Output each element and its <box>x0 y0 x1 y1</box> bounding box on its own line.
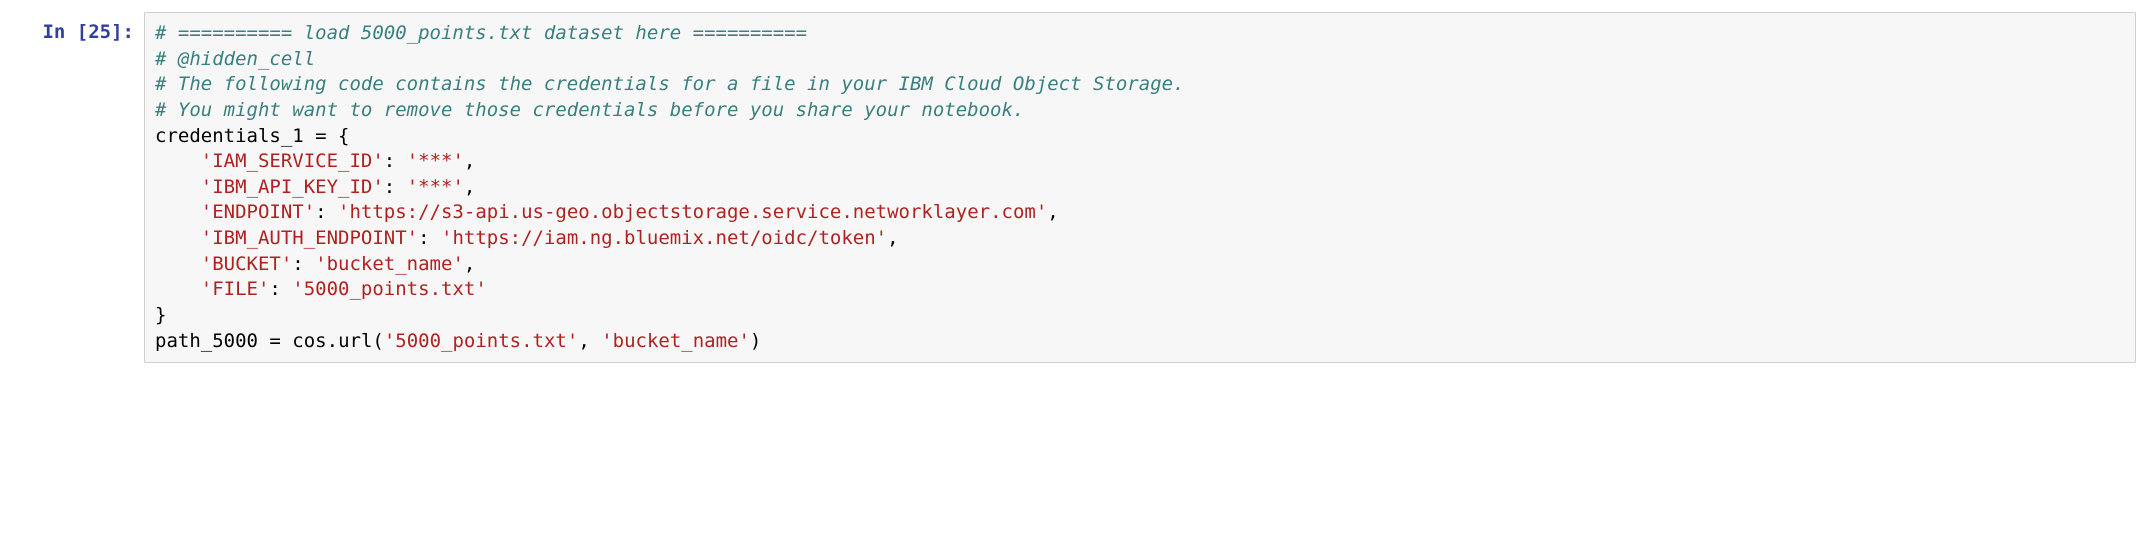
notebook-cell: In [25]: # ========== load 5000_points.t… <box>8 12 2136 363</box>
code-punct: } <box>155 304 166 326</box>
code-operator: = <box>304 125 338 147</box>
code-string: 'IAM_SERVICE_ID' <box>201 150 384 172</box>
code-punct: ) <box>750 330 761 352</box>
code-punct: . <box>327 330 338 352</box>
code-comment: # You might want to remove those credent… <box>155 99 1024 121</box>
code-punct: : <box>315 201 338 223</box>
code-input-area[interactable]: # ========== load 5000_points.txt datase… <box>144 12 2136 363</box>
code-punct: , <box>887 227 898 249</box>
code-comment: # ========== load 5000_points.txt datase… <box>155 22 807 44</box>
code-indent <box>155 278 201 300</box>
code-identifier: cos <box>292 330 326 352</box>
code-punct: : <box>418 227 441 249</box>
code-punct: , <box>464 253 475 275</box>
code-string: 'BUCKET' <box>201 253 293 275</box>
code-indent <box>155 150 201 172</box>
code-indent <box>155 201 201 223</box>
code-string: 'https://iam.ng.bluemix.net/oidc/token' <box>441 227 887 249</box>
code-comment: # The following code contains the creden… <box>155 73 1185 95</box>
input-prompt: In [25]: <box>8 12 144 46</box>
code-string: 'bucket_name' <box>315 253 464 275</box>
code-punct: , <box>464 176 475 198</box>
code-punct: { <box>338 125 349 147</box>
code-identifier: path_5000 <box>155 330 258 352</box>
code-string: 'https://s3-api.us-geo.objectstorage.ser… <box>338 201 1047 223</box>
code-punct: , <box>464 150 475 172</box>
code-punct: : <box>269 278 292 300</box>
code-punct: : <box>292 253 315 275</box>
code-indent <box>155 176 201 198</box>
code-string: 'bucket_name' <box>601 330 750 352</box>
code-indent <box>155 253 201 275</box>
code-punct: : <box>384 150 407 172</box>
code-string: '5000_points.txt' <box>384 330 578 352</box>
code-indent <box>155 227 201 249</box>
code-identifier: credentials_1 <box>155 125 304 147</box>
prompt-label: In [25]: <box>42 21 134 43</box>
code-operator: = <box>258 330 292 352</box>
code-punct: , <box>578 330 601 352</box>
code-string: '***' <box>407 176 464 198</box>
code-comment: # @hidden_cell <box>155 48 315 70</box>
code-identifier: url <box>338 330 372 352</box>
code-string: '5000_points.txt' <box>292 278 486 300</box>
code-punct: ( <box>372 330 383 352</box>
code-string: 'IBM_AUTH_ENDPOINT' <box>201 227 418 249</box>
code-string: 'ENDPOINT' <box>201 201 315 223</box>
code-punct: : <box>384 176 407 198</box>
code-punct: , <box>1047 201 1058 223</box>
code-string: '***' <box>407 150 464 172</box>
code-string: 'FILE' <box>201 278 270 300</box>
code-string: 'IBM_API_KEY_ID' <box>201 176 384 198</box>
